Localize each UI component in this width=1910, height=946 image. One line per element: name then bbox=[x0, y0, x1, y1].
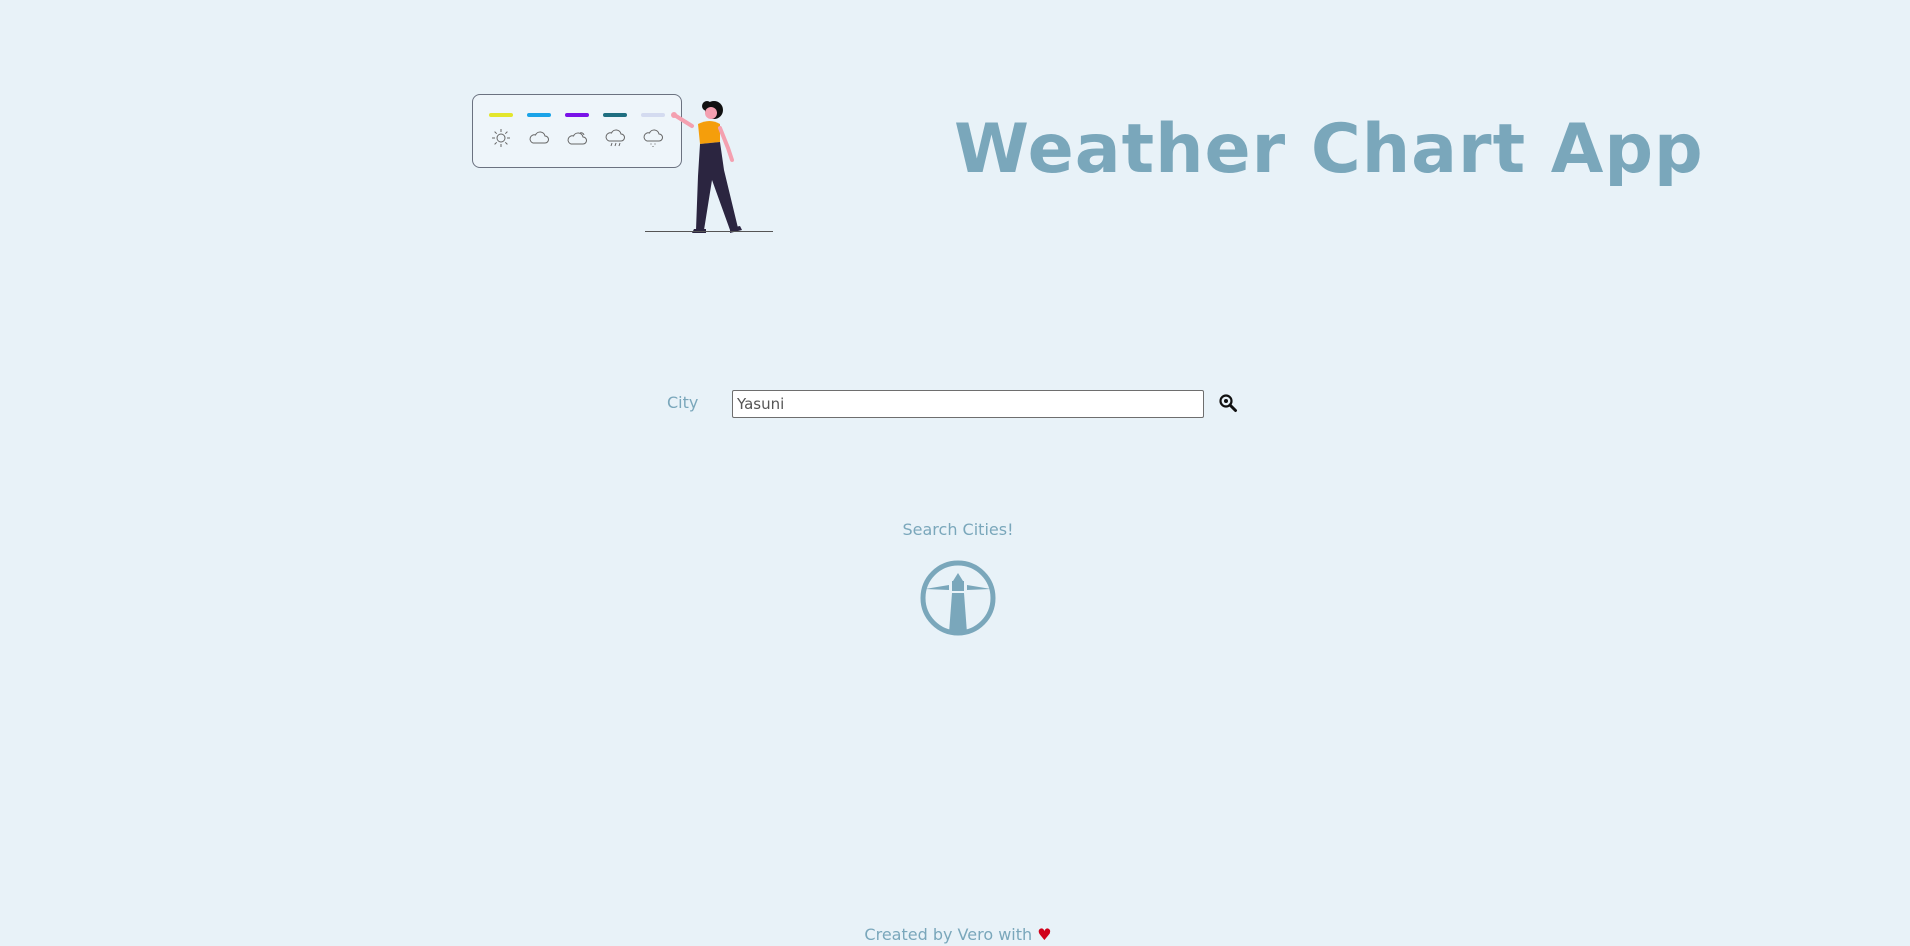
footer-text: Created by Vero with bbox=[864, 925, 1033, 944]
header-illustration bbox=[470, 92, 776, 236]
swatch-purple bbox=[565, 113, 589, 117]
swatch-lavender bbox=[641, 113, 665, 117]
rain-cloud-icon bbox=[605, 129, 625, 147]
floor-line bbox=[645, 231, 773, 232]
cloud-sun-icon bbox=[567, 132, 587, 145]
lighthouse-icon bbox=[920, 560, 996, 636]
heart-icon: ♥ bbox=[1037, 925, 1052, 944]
footer: Created by Vero with ♥ bbox=[0, 925, 1910, 944]
swatch-yellow bbox=[489, 113, 513, 117]
sun-icon bbox=[492, 129, 510, 147]
magnifier-icon bbox=[1219, 394, 1237, 412]
search-cities-message: Search Cities! bbox=[902, 520, 1014, 539]
search-button[interactable] bbox=[1218, 393, 1238, 413]
app-title: Weather Chart App bbox=[954, 110, 1704, 189]
drizzle-cloud-icon bbox=[643, 129, 663, 147]
page: Weather Chart App City Search Cities! Cr… bbox=[0, 0, 1910, 946]
person-illustration bbox=[671, 101, 742, 233]
swatch-blue bbox=[527, 113, 551, 117]
weather-board bbox=[472, 94, 682, 168]
city-search-input[interactable] bbox=[732, 390, 1204, 418]
city-label: City bbox=[667, 393, 699, 412]
swatch-teal bbox=[603, 113, 627, 117]
cloud-icon bbox=[529, 131, 549, 144]
